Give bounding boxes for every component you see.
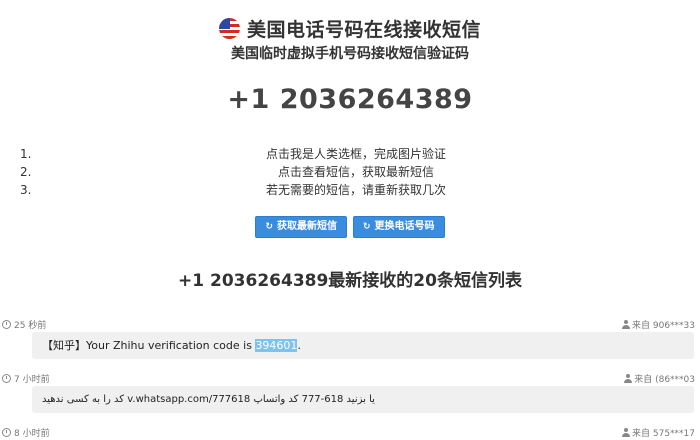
page-subtitle: 美国临时虚拟手机号码接收短信验证码 xyxy=(231,46,469,62)
phone-number: +1 2036264389 xyxy=(227,84,473,115)
message-meta: 8 小时前 来自 575***17 xyxy=(0,424,700,440)
message-sender-text: 来自 (86***03 xyxy=(634,375,695,385)
get-latest-sms-button[interactable]: ↻ 获取最新短信 xyxy=(255,216,347,238)
change-number-button[interactable]: ↻ 更换电话号码 xyxy=(353,216,445,238)
instruction-item: 1. 点击我是人类选框，完成图片验证 xyxy=(0,145,700,163)
message-time: 7 小时前 xyxy=(2,372,50,385)
get-latest-sms-label: 获取最新短信 xyxy=(277,221,337,232)
message-sender: 来自 575***17 xyxy=(622,426,695,439)
message-time-text: 8 小时前 xyxy=(14,429,50,439)
message-time-text: 7 小时前 xyxy=(14,375,50,385)
message-text-suffix: . xyxy=(297,339,301,352)
instruction-text: 点击我是人类选框，完成图片验证 xyxy=(265,147,446,161)
instruction-number: 2. xyxy=(20,165,32,179)
message-text: کد را به کسی ندهید v.whatsapp.com/777618… xyxy=(42,394,375,405)
message-time: 8 小时前 xyxy=(2,426,50,439)
refresh-icon: ↻ xyxy=(265,222,273,232)
refresh-icon: ↻ xyxy=(363,222,371,232)
user-icon xyxy=(624,374,633,383)
clock-icon xyxy=(2,428,11,437)
instruction-text: 若无需要的短信，请重新获取几次 xyxy=(265,183,446,197)
message-sender-text: 来自 906***33 xyxy=(632,321,695,331)
list-item: 7 小时前 来自 (86***03 کد را به کسی ندهید v.w… xyxy=(0,370,700,413)
verification-code[interactable]: 394601 xyxy=(255,339,298,352)
instruction-text: 点击查看短信，获取最新短信 xyxy=(277,165,434,179)
message-sender: 来自 (86***03 xyxy=(624,372,695,385)
message-time: 25 秒前 xyxy=(2,318,46,331)
list-item: 8 小时前 来自 575***17 xyxy=(0,424,700,440)
message-sender-text: 来自 575***17 xyxy=(632,429,695,439)
message-meta: 7 小时前 来自 (86***03 xyxy=(0,370,700,386)
button-row: ↻ 获取最新短信 ↻ 更换电话号码 xyxy=(0,216,700,238)
instruction-number: 3. xyxy=(20,183,32,197)
message-body[interactable]: کد را به کسی ندهید v.whatsapp.com/777618… xyxy=(32,386,694,413)
sms-list-title: +1 2036264389最新接收的20条短信列表 xyxy=(178,271,522,291)
user-icon xyxy=(622,428,630,437)
title-row: 美国电话号码在线接收短信 xyxy=(0,14,700,42)
clock-icon xyxy=(2,320,11,329)
user-icon xyxy=(622,320,630,329)
instructions-list: 1. 点击我是人类选框，完成图片验证 2. 点击查看短信，获取最新短信 3. 若… xyxy=(0,145,700,199)
list-item: 25 秒前 来自 906***33 【知乎】Your Zhihu verific… xyxy=(0,316,700,359)
message-time-text: 25 秒前 xyxy=(14,321,47,331)
message-sender: 来自 906***33 xyxy=(622,318,695,331)
message-text: 【知乎】Your Zhihu verification code is xyxy=(42,339,256,352)
clock-icon xyxy=(2,374,11,383)
message-body[interactable]: 【知乎】Your Zhihu verification code is 3946… xyxy=(32,332,694,359)
us-flag-icon xyxy=(218,17,240,39)
instruction-item: 2. 点击查看短信，获取最新短信 xyxy=(0,163,700,181)
message-meta: 25 秒前 来自 906***33 xyxy=(0,316,700,332)
change-number-label: 更换电话号码 xyxy=(374,221,435,232)
page-title: 美国电话号码在线接收短信 xyxy=(246,18,481,41)
instruction-item: 3. 若无需要的短信，请重新获取几次 xyxy=(0,181,700,199)
instruction-number: 1. xyxy=(20,147,32,161)
